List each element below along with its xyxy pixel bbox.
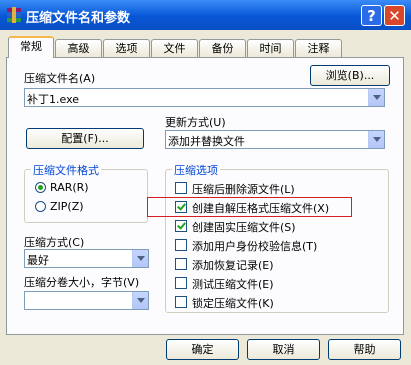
authenticity-label[interactable]: 添加用户身份校验信息(T) xyxy=(192,238,317,254)
window-title: 压缩文件名和参数 xyxy=(26,11,131,26)
update-mode-value: 添加并替换文件 xyxy=(168,135,245,148)
tab-comment[interactable]: 注释 xyxy=(295,39,342,57)
chevron-down-icon[interactable] xyxy=(368,89,384,106)
split-volume-combobox[interactable] xyxy=(24,291,149,310)
tab-general[interactable]: 常规 xyxy=(8,36,54,58)
chevron-down-icon[interactable] xyxy=(368,131,384,148)
dialog-window: 压缩文件名和参数 ? ✕ 常规 高级 选项 文件 备份 时间 注释 压缩文件名(… xyxy=(0,0,411,365)
update-mode-combobox[interactable]: 添加并替换文件 xyxy=(165,130,385,149)
compression-method-value: 最好 xyxy=(27,254,49,267)
tab-time[interactable]: 时间 xyxy=(247,39,294,57)
lock-archive-checkbox[interactable] xyxy=(175,296,187,308)
chevron-down-icon[interactable] xyxy=(132,250,148,267)
tab-backup[interactable]: 备份 xyxy=(199,39,246,57)
archive-format-title: 压缩文件格式 xyxy=(31,162,101,178)
lock-archive-label[interactable]: 锁定压缩文件(K) xyxy=(192,295,274,311)
delete-after-checkbox[interactable] xyxy=(175,182,187,194)
browse-button[interactable]: 浏览(B)... xyxy=(310,65,390,86)
delete-after-label[interactable]: 压缩后删除源文件(L) xyxy=(192,181,295,197)
archiving-options-group: 压缩选项 压缩后删除源文件(L) 创建自解压格式压缩文件(X) 创建固实压缩文件… xyxy=(165,162,389,313)
tab-strip: 常规 高级 选项 文件 备份 时间 注释 xyxy=(0,36,411,58)
tab-files[interactable]: 文件 xyxy=(151,39,198,57)
rar-radio[interactable] xyxy=(35,182,46,193)
titlebar-help-button[interactable]: ? xyxy=(361,5,382,26)
title-bar: 压缩文件名和参数 ? ✕ xyxy=(0,0,411,30)
profiles-button[interactable]: 配置(F)... xyxy=(26,128,144,149)
archiving-options-title: 压缩选项 xyxy=(172,162,220,178)
rar-radio-label[interactable]: RAR(R) xyxy=(50,181,89,194)
compression-method-label: 压缩方式(C) xyxy=(24,236,85,249)
create-solid-checkbox[interactable] xyxy=(175,220,187,232)
tab-advanced[interactable]: 高级 xyxy=(55,39,102,57)
zip-radio-label[interactable]: ZIP(Z) xyxy=(50,200,84,213)
compression-method-combobox[interactable]: 最好 xyxy=(24,249,149,268)
cancel-button[interactable]: 取消 xyxy=(247,339,320,360)
archive-name-combobox[interactable]: 补丁1.exe xyxy=(24,88,385,107)
recovery-record-checkbox[interactable] xyxy=(175,258,187,270)
split-volume-label: 压缩分卷大小，字节(V) xyxy=(24,276,140,289)
chevron-down-icon[interactable] xyxy=(132,292,148,309)
archive-format-group: 压缩文件格式 RAR(R) ZIP(Z) xyxy=(24,162,148,223)
tab-panel-general: 压缩文件名(A) 浏览(B)... 补丁1.exe 更新方式(U) 配置(F).… xyxy=(6,57,404,335)
archive-name-label: 压缩文件名(A) xyxy=(24,72,96,85)
archive-name-value: 补丁1.exe xyxy=(27,93,80,106)
tab-options[interactable]: 选项 xyxy=(103,39,150,57)
help-button[interactable]: 帮助 xyxy=(328,339,401,360)
create-solid-label[interactable]: 创建固实压缩文件(S) xyxy=(192,219,296,235)
zip-radio[interactable] xyxy=(35,201,46,212)
winrar-icon xyxy=(7,7,21,23)
titlebar-close-button[interactable]: ✕ xyxy=(384,5,405,26)
test-archive-checkbox[interactable] xyxy=(175,277,187,289)
sfx-highlight-box xyxy=(147,197,352,217)
ok-button[interactable]: 确定 xyxy=(166,339,239,360)
test-archive-label[interactable]: 测试压缩文件(E) xyxy=(192,276,274,292)
recovery-record-label[interactable]: 添加恢复记录(E) xyxy=(192,257,274,273)
update-mode-label: 更新方式(U) xyxy=(165,116,226,129)
authenticity-checkbox[interactable] xyxy=(175,239,187,251)
